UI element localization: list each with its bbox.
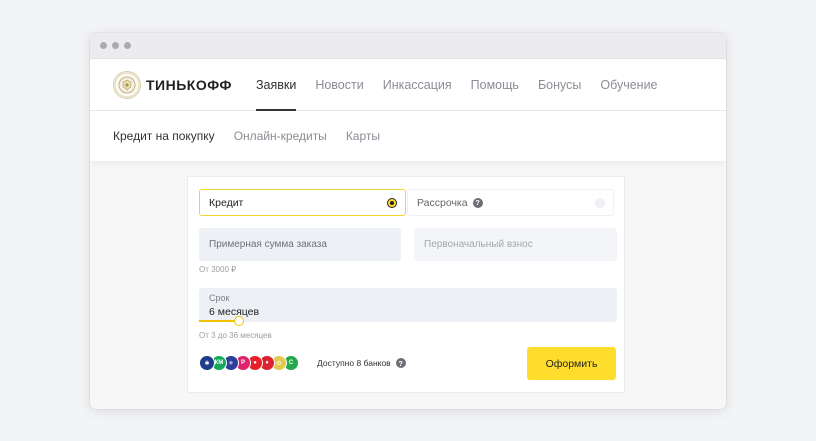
submit-button[interactable]: Оформить (527, 347, 616, 380)
window-dot-icon[interactable] (124, 42, 131, 49)
nav-item-news[interactable]: Новости (315, 59, 363, 110)
help-icon[interactable]: ? (472, 197, 483, 208)
option-installment-label: Рассрочка (417, 196, 468, 209)
site-header: ТИНЬКОФФ Заявки Новости Инкассация Помощ… (90, 59, 726, 111)
subnav-item-cards[interactable]: Карты (346, 129, 380, 143)
nav-item-collection[interactable]: Инкассация (383, 59, 452, 110)
order-amount-field[interactable]: Примерная сумма заказа (199, 228, 401, 261)
initial-payment-field[interactable]: Первоначальный взнос (414, 228, 617, 261)
term-slider-handle[interactable] (234, 316, 244, 326)
term-field[interactable]: Срок 6 месяцев (199, 288, 617, 322)
term-label: Срок (209, 293, 230, 303)
sub-nav: Кредит на покупку Онлайн-кредиты Карты (90, 111, 726, 161)
bank-logos: ✱ КМ ⚜ Р ● ♦ ⚙ С (199, 355, 299, 371)
nav-item-training[interactable]: Обучение (600, 59, 657, 110)
logo-text: ТИНЬКОФФ (146, 76, 232, 93)
window-titlebar (90, 33, 726, 59)
bank-1-icon: ✱ (199, 355, 215, 371)
option-credit[interactable]: Кредит (199, 189, 406, 216)
term-value: 6 месяцев (209, 306, 260, 318)
nav-item-applications[interactable]: Заявки (255, 59, 297, 111)
radio-checked-icon[interactable] (387, 197, 397, 208)
window-dot-icon[interactable] (100, 42, 107, 49)
main-nav: Заявки Новости Инкассация Помощь Бонусы … (255, 59, 658, 111)
nav-item-help[interactable]: Помощь (471, 59, 519, 110)
banks-available: Доступно 8 банков ? (317, 358, 406, 368)
crest-icon (118, 76, 136, 93)
window-dot-icon[interactable] (112, 42, 119, 49)
banks-available-label: Доступно 8 банков (317, 358, 391, 368)
browser-window: ТИНЬКОФФ Заявки Новости Инкассация Помощ… (90, 33, 726, 409)
amount-hint: От 3000 ₽ (199, 265, 237, 274)
subnav-item-online-credits[interactable]: Онлайн-кредиты (234, 129, 327, 143)
term-slider-track[interactable] (199, 320, 239, 322)
option-installment[interactable]: Рассрочка ? (407, 189, 614, 216)
nav-item-bonuses[interactable]: Бонусы (538, 59, 581, 110)
logo-emblem-icon (113, 70, 141, 99)
credit-form: Кредит Рассрочка ? Примерная сумма заказ… (187, 176, 625, 393)
radio-unchecked-icon[interactable] (595, 197, 605, 208)
subnav-item-purchase-credit[interactable]: Кредит на покупку (113, 129, 215, 143)
help-icon[interactable]: ? (395, 358, 406, 368)
option-credit-label: Кредит (209, 196, 244, 209)
term-hint: От 3 до 36 месяцев (199, 331, 272, 340)
logo[interactable]: ТИНЬКОФФ (113, 70, 232, 99)
